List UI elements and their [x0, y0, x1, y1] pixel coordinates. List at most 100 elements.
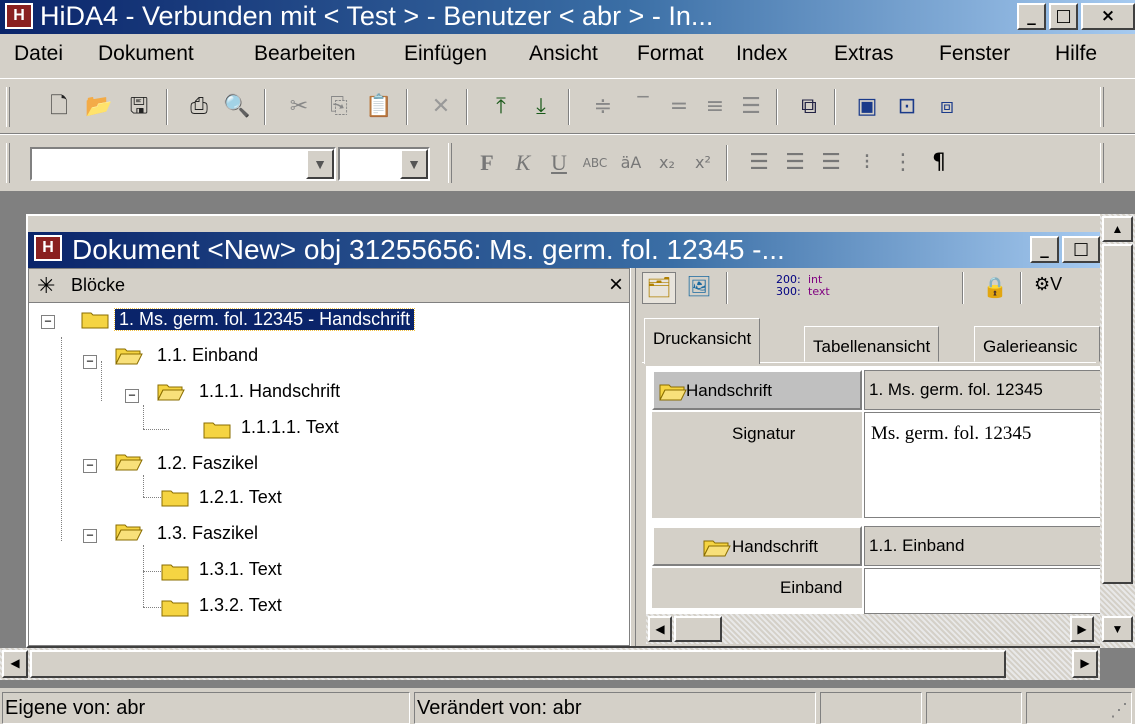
field-code-labels[interactable]: 200: 300: [776, 274, 801, 298]
toolbar-grip[interactable] [6, 143, 10, 183]
window-icon[interactable]: ▣ [850, 90, 884, 124]
list-icon[interactable]: ☰ [734, 90, 768, 124]
copy-icon[interactable]: ⎘ [322, 90, 356, 124]
print-view: Handschrift 1. Ms. germ. fol. 12345 Sign… [646, 366, 1100, 614]
tree-node-label[interactable]: 1.3.2. Text [199, 595, 282, 616]
tab-tabellenansicht[interactable]: Tabellenansicht [804, 326, 940, 362]
menu-extras[interactable]: Extras [834, 42, 894, 66]
print-preview-icon[interactable]: 🔍 [220, 90, 254, 124]
size-combo-arrow-icon[interactable]: ▼ [400, 149, 428, 179]
menu-bearbeiten[interactable]: Bearbeiten [254, 42, 356, 66]
menu-index[interactable]: Index [736, 42, 787, 66]
menu-datei[interactable]: Datei [14, 42, 63, 66]
delete-icon[interactable]: ✕ [424, 90, 458, 124]
field-value-einband[interactable] [864, 568, 1100, 614]
print-icon[interactable]: ⎙ [182, 90, 216, 124]
underline-icon[interactable]: U [542, 146, 576, 180]
pilcrow-icon[interactable]: ¶ [922, 146, 956, 180]
record-title-cell[interactable]: 1. Ms. germ. fol. 12345 [864, 370, 1100, 410]
main-scroll-right-arrow-icon[interactable]: ▶ [1072, 650, 1098, 678]
align-right-icon[interactable]: ☰ [814, 146, 848, 180]
new-document-icon[interactable]: 🗋 [42, 90, 76, 124]
folders-icon[interactable]: 🗂 [642, 272, 676, 304]
align-left-icon[interactable]: ☰ [742, 146, 776, 180]
scroll-left-arrow-icon[interactable]: ◀ [648, 616, 672, 642]
line-three-icon[interactable]: ≡ [698, 90, 732, 124]
paste-icon[interactable]: 📋 [362, 90, 396, 124]
detail-scroll-thumb[interactable] [674, 616, 722, 642]
size-combo[interactable]: ▼ [338, 147, 430, 181]
record-header[interactable]: Handschrift [652, 370, 862, 410]
scroll-right-arrow-icon[interactable]: ▶ [1070, 616, 1094, 642]
insert-between-icon[interactable]: ≑ [586, 90, 620, 124]
menu-einfuegen[interactable]: Einfügen [404, 42, 487, 66]
font-combo-arrow-icon[interactable]: ▼ [306, 149, 334, 179]
tree-node-label[interactable]: 1.1. Einband [157, 345, 258, 366]
tree-collapse-icon[interactable]: − [83, 459, 97, 473]
tree-node-label[interactable]: 1.3.1. Text [199, 559, 282, 580]
align-center-icon[interactable]: ☰ [778, 146, 812, 180]
minimize-button[interactable]: _ [1017, 3, 1046, 30]
menu-dokument[interactable]: Dokument [98, 42, 194, 66]
scroll-up-arrow-icon[interactable]: ▲ [1102, 216, 1133, 242]
tree-collapse-icon[interactable]: − [83, 529, 97, 543]
superscript-icon[interactable]: x² [686, 146, 720, 180]
strikethrough-icon[interactable]: ABC [578, 146, 612, 180]
menu-ansicht[interactable]: Ansicht [529, 42, 598, 66]
maximize-button[interactable]: □ [1049, 3, 1078, 30]
menu-format[interactable]: Format [637, 42, 704, 66]
blocks-close-icon[interactable]: × [609, 271, 623, 299]
change-case-icon[interactable]: äA [614, 146, 648, 180]
toolbar-grip[interactable] [1100, 87, 1104, 127]
cut-icon[interactable]: ✂ [282, 90, 316, 124]
doc-minimize-button[interactable]: _ [1030, 236, 1059, 263]
subscript-icon[interactable]: x₂ [650, 146, 684, 180]
record-header[interactable]: Handschrift [652, 526, 862, 566]
open-folder-icon[interactable]: 📂 [82, 90, 116, 124]
move-down-icon[interactable]: ⤓ [524, 90, 558, 124]
tree-node-label[interactable]: 1.3. Faszikel [157, 523, 258, 544]
main-scroll-left-arrow-icon[interactable]: ◀ [2, 650, 28, 678]
image-icon[interactable]: 🖼 [682, 272, 716, 304]
toolbar-grip[interactable] [448, 143, 452, 183]
tree-node-label[interactable]: 1.1.1. Handschrift [199, 381, 340, 402]
tree-node-label[interactable]: 1.1.1.1. Text [241, 417, 339, 438]
bold-icon[interactable]: F [470, 146, 504, 180]
doc-maximize-button[interactable]: □ [1062, 236, 1100, 263]
validate-button[interactable]: ⚙V [1034, 274, 1062, 295]
field-value-signatur[interactable]: Ms. germ. fol. 12345 [864, 412, 1100, 518]
vertical-scroll-thumb[interactable] [1102, 244, 1133, 584]
lock-icon[interactable]: 🔒 [980, 274, 1010, 304]
close-button[interactable]: × [1081, 3, 1135, 30]
windows-tile-icon[interactable]: ⧈ [930, 90, 964, 124]
italic-icon[interactable]: K [506, 146, 540, 180]
move-up-icon[interactable]: ⤒ [484, 90, 518, 124]
tab-galerieansicht[interactable]: Galerieansic [974, 326, 1100, 362]
tree-collapse-icon[interactable]: − [41, 315, 55, 329]
app-icon[interactable]: H [5, 3, 33, 29]
tree-node-label[interactable]: 1.2. Faszikel [157, 453, 258, 474]
toolbar-grip[interactable] [1100, 143, 1104, 183]
tree-collapse-icon[interactable]: − [83, 355, 97, 369]
menu-hilfe[interactable]: Hilfe [1055, 42, 1097, 66]
main-scroll-thumb[interactable] [30, 650, 1006, 678]
numbered-list-icon[interactable]: ⋮ [886, 146, 920, 180]
tree-node-label[interactable]: 1.2.1. Text [199, 487, 282, 508]
tree-node-label[interactable]: 1. Ms. germ. fol. 12345 - Handschrift [113, 308, 416, 331]
line-one-icon[interactable]: ‾ [626, 90, 660, 124]
tree-view-icon[interactable]: ⧉ [792, 90, 826, 124]
font-combo[interactable]: ▼ [30, 147, 336, 181]
document-icon[interactable]: H [34, 235, 62, 261]
blocks-header: ✳ Blöcke × [29, 269, 629, 303]
scroll-down-arrow-icon[interactable]: ▼ [1102, 616, 1133, 642]
save-icon[interactable]: 🖫 [122, 90, 156, 124]
menu-fenster[interactable]: Fenster [939, 42, 1010, 66]
resize-grip-icon[interactable]: ⋰ [1110, 700, 1128, 721]
record-title-cell[interactable]: 1.1. Einband [864, 526, 1100, 566]
toolbar-grip[interactable] [6, 87, 10, 127]
line-two-icon[interactable]: = [662, 90, 696, 124]
bullet-list-icon[interactable]: ⁝ [850, 146, 884, 180]
tree-collapse-icon[interactable]: − [125, 389, 139, 403]
tab-druckansicht[interactable]: Druckansicht [644, 318, 761, 364]
search-window-icon[interactable]: ⊡ [890, 90, 924, 124]
